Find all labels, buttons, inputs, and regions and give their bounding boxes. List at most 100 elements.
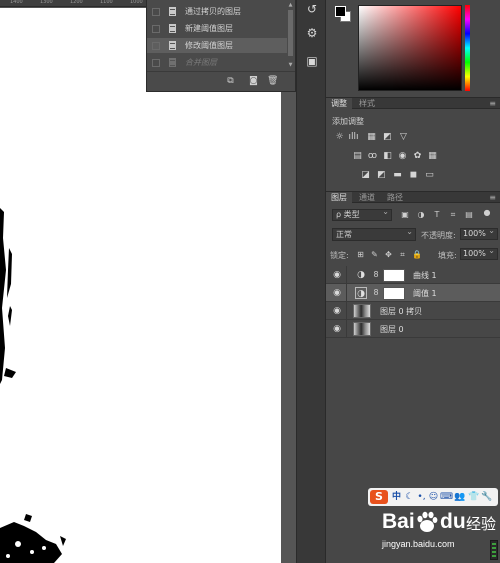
trash-icon[interactable]: 🗑	[267, 76, 278, 86]
levels-icon[interactable]: ıllı	[348, 132, 359, 142]
history-scrollbar[interactable]: ▲ ▼	[287, 2, 294, 68]
color-balance-icon[interactable]: ꝏ	[367, 151, 378, 161]
filter-toggle-icon[interactable]: ●	[482, 208, 492, 218]
channel-mixer-icon[interactable]: ✿	[412, 151, 423, 161]
user-icon[interactable]: 👥	[454, 491, 465, 503]
adjustments-tabbar: 调整 样式 ≡	[326, 97, 500, 109]
shape-filter-icon[interactable]: ⌗	[448, 210, 458, 220]
sogou-ime-logo[interactable]: S	[370, 490, 388, 504]
divider	[346, 266, 347, 284]
fill-input[interactable]: 100%	[460, 246, 498, 260]
wrench-icon[interactable]: 🔧	[481, 491, 492, 503]
history-source-checkbox[interactable]	[152, 7, 160, 16]
layer-kind-filter[interactable]: ρ 类型	[332, 207, 392, 221]
layer-row[interactable]: ◉ 图层 0 拷贝	[326, 302, 500, 320]
scroll-up-icon[interactable]: ▲	[287, 2, 294, 8]
layer-row[interactable]: ◉ ◑ 8 曲线 1	[326, 266, 500, 284]
camera-icon[interactable]: ◙	[248, 76, 259, 86]
panel-menu-icon[interactable]: ≡	[489, 192, 496, 203]
link-chain-icon[interactable]: 8	[373, 287, 379, 299]
properties-panel-icon[interactable]: ⚙	[302, 24, 322, 42]
threshold-adjustment-icon[interactable]: ◑	[355, 287, 367, 299]
color-panel	[326, 0, 500, 96]
curves-adjustment-icon[interactable]: ◑	[355, 269, 367, 281]
posterize-icon[interactable]: ◩	[376, 170, 387, 180]
selective-color-icon[interactable]: ◼	[408, 170, 419, 180]
smart-object-filter-icon[interactable]: ▤	[464, 210, 474, 220]
ime-language-toggle[interactable]: 中	[391, 491, 402, 503]
blend-mode-select[interactable]: 正常	[332, 226, 416, 241]
tab-paths[interactable]: 路径	[382, 192, 408, 203]
shirt-icon[interactable]: 👕	[468, 491, 479, 503]
layer-name[interactable]: 图层 0	[380, 324, 404, 335]
layer-thumbnail[interactable]	[353, 322, 371, 336]
history-source-checkbox[interactable]	[152, 58, 160, 67]
panel-menu-icon[interactable]: ≡	[489, 98, 496, 109]
layer-row-selected[interactable]: ◉ ◑ 8 阈值 1	[326, 284, 500, 302]
ruler-tick: 1000	[130, 0, 143, 5]
visibility-eye-icon[interactable]: ◉	[332, 324, 342, 334]
layer-row[interactable]: ◉ 图层 0	[326, 320, 500, 338]
adjustment-filter-icon[interactable]: ◑	[416, 210, 426, 220]
lock-image-icon[interactable]: ✎	[370, 250, 379, 259]
black-white-icon[interactable]: ◧	[382, 151, 393, 161]
tab-adjustments[interactable]: 调整	[326, 98, 352, 109]
photo-filter-icon[interactable]: ◉	[397, 151, 408, 161]
history-source-checkbox[interactable]	[152, 24, 160, 33]
emoji-icon[interactable]: ☺	[428, 491, 439, 503]
gradient-map-icon[interactable]: ▭	[424, 170, 435, 180]
foreground-color-swatch[interactable]	[335, 6, 346, 17]
pixel-filter-icon[interactable]: ▣	[400, 210, 410, 220]
history-source-checkbox[interactable]	[152, 41, 160, 50]
layer-name[interactable]: 曲线 1	[413, 270, 437, 281]
history-item[interactable]: 通过拷贝的图层	[147, 4, 287, 19]
punctuation-icon[interactable]: •,	[416, 491, 427, 503]
type-filter-icon[interactable]: T	[432, 210, 442, 220]
libraries-panel-icon[interactable]: ▣	[302, 52, 322, 70]
visibility-eye-icon[interactable]: ◉	[332, 306, 342, 316]
layer-mask-thumbnail[interactable]	[383, 269, 405, 282]
resize-corner-indicator	[490, 540, 498, 560]
tab-channels[interactable]: 通道	[354, 192, 380, 203]
watermark-url: jingyan.baidu.com	[382, 539, 455, 549]
history-item[interactable]: 新建阈值图层	[147, 21, 287, 36]
color-field[interactable]	[358, 5, 462, 91]
history-footer: ⧉ ◙ 🗑	[147, 71, 295, 91]
history-item-label: 合并图层	[185, 58, 217, 67]
link-chain-icon[interactable]: 8	[373, 269, 379, 281]
moon-icon[interactable]: ☾	[404, 491, 415, 503]
hue-saturation-icon[interactable]: ▤	[352, 151, 363, 161]
hue-slider[interactable]	[465, 5, 470, 91]
lock-artboard-icon[interactable]: ⌗	[398, 250, 407, 259]
layer-name[interactable]: 图层 0 拷贝	[380, 306, 422, 317]
vibrance-icon[interactable]: ▽	[398, 132, 409, 142]
color-lookup-icon[interactable]: ▦	[427, 151, 438, 161]
history-panel-icon[interactable]: ↺	[302, 0, 322, 18]
history-item-active[interactable]: 修改阈值图层	[147, 38, 287, 53]
layer-name[interactable]: 阈值 1	[413, 288, 437, 299]
baidu-jingyan-logo: Bai du 经验	[382, 510, 498, 536]
visibility-eye-icon[interactable]: ◉	[332, 288, 342, 298]
lock-all-icon[interactable]: 🔒	[412, 250, 422, 259]
keyboard-icon[interactable]: ⌨	[440, 491, 453, 503]
tab-layers[interactable]: 图层	[326, 192, 352, 203]
blend-opacity-row: 正常 不透明度: 100%	[330, 226, 498, 242]
opacity-input[interactable]: 100%	[460, 226, 498, 240]
scroll-down-icon[interactable]: ▼	[287, 62, 294, 68]
scroll-thumb[interactable]	[288, 10, 293, 56]
visibility-eye-icon[interactable]: ◉	[332, 270, 342, 280]
exposure-icon[interactable]: ◩	[382, 132, 393, 142]
brightness-contrast-icon[interactable]: ☼	[334, 132, 345, 142]
history-item-future[interactable]: 合并图层	[147, 55, 287, 70]
invert-icon[interactable]: ◪	[360, 170, 371, 180]
ruler-tick: 1200	[70, 0, 83, 5]
layer-thumbnail[interactable]	[353, 304, 371, 318]
history-item-label: 修改阈值图层	[185, 41, 233, 50]
new-document-from-state-icon[interactable]: ⧉	[225, 76, 236, 86]
curves-icon[interactable]: ▦	[366, 132, 377, 142]
lock-position-icon[interactable]: ✥	[384, 250, 393, 259]
lock-transparent-icon[interactable]: ⊞	[356, 250, 365, 259]
threshold-icon[interactable]: ▬	[392, 170, 403, 180]
layer-mask-thumbnail[interactable]	[383, 287, 405, 300]
tab-styles[interactable]: 样式	[354, 98, 380, 109]
